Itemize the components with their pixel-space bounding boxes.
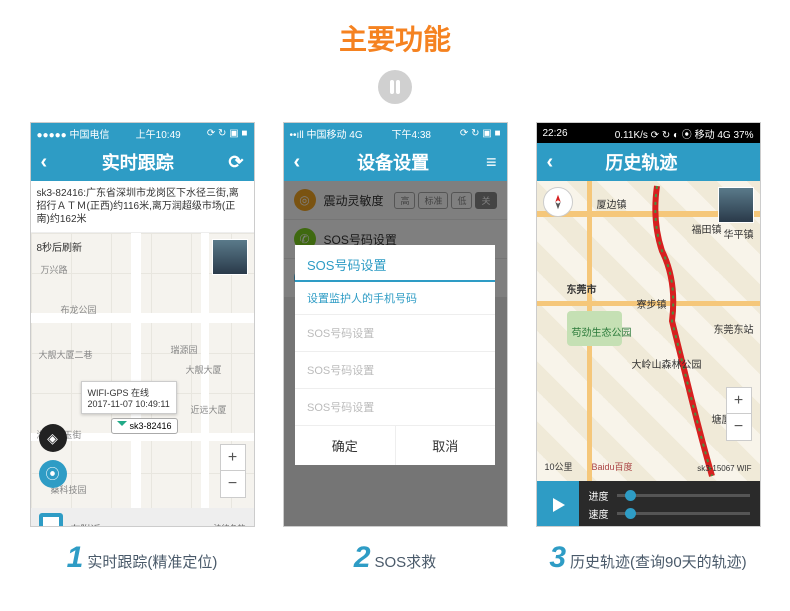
track-map[interactable]: 东莞市 厦边镇 福田镇 华平镇 寮步镇 东莞东站 大岭山森林公园 塘厦镇 苟劲生… xyxy=(537,181,760,481)
map-label: 大靓大厦二巷 xyxy=(39,348,93,361)
modal-overlay: SOS号码设置 设置监护人的手机号码 SOS号码设置 SOS号码设置 SOS号码… xyxy=(284,181,507,527)
status-bar: ••ıll 中国移动 4G 下午4:38 ⟳ ↻ ▣ ■ xyxy=(284,123,507,143)
device-label: sk3-15067 WIF xyxy=(697,464,751,473)
settings-body: ◎ 震动灵敏度 高 标准 低 关 ✆ SOS号码设置 ☎ 中心号码设置 SOS号… xyxy=(284,181,507,527)
map-label: 近远大厦 xyxy=(191,403,227,416)
scale-label: 10公里 xyxy=(545,460,573,473)
caption-text: SOS求救 xyxy=(375,551,437,572)
speed-slider[interactable] xyxy=(617,512,750,515)
city-label: 福田镇 xyxy=(692,221,722,236)
park-label: 苟劲生态公园 xyxy=(572,324,632,339)
caption-number: 3 xyxy=(549,541,566,575)
city-label: 东莞东站 xyxy=(714,321,754,336)
sos-input-1[interactable]: SOS号码设置 xyxy=(295,315,495,352)
caption-3: 3 历史轨迹(查询90天的轨迹) xyxy=(536,541,761,575)
satellite-thumbnail[interactable] xyxy=(718,187,754,223)
status-time: 22:26 xyxy=(543,128,568,139)
sos-dialog: SOS号码设置 设置监护人的手机号码 SOS号码设置 SOS号码设置 SOS号码… xyxy=(295,245,495,465)
compass-button[interactable]: ◈ xyxy=(39,424,67,452)
map-label: 瑞源园 xyxy=(171,343,198,356)
carrier-text: ••ıll 中国移动 4G xyxy=(290,126,363,141)
city-label: 大岭山森林公园 xyxy=(632,356,702,371)
map-label: 万兴路 xyxy=(41,263,68,276)
status-icons: ⟳ ↻ ▣ ■ xyxy=(207,128,248,139)
zoom-control: + − xyxy=(220,444,246,498)
refresh-icon[interactable]: ⟳ xyxy=(228,152,243,173)
status-right: 0.11K/s ⟳ ↻ ◐ ⦿ 移动 4G 37% xyxy=(615,126,754,141)
phone-1: ●●●●● 中国电信 上午10:49 ⟳ ↻ ▣ ■ ‹ 实时跟踪 ⟳ sk3-… xyxy=(30,122,255,575)
back-icon[interactable]: ‹ xyxy=(294,151,301,174)
city-label: 华平镇 xyxy=(724,226,754,241)
address-bar: sk3-82416:广东省深圳市龙岗区下水径三街,离招行ＡＴＭ(正西)约116米… xyxy=(31,181,254,233)
app-title: 设备设置 xyxy=(357,149,429,175)
locate-button[interactable]: ⦿ xyxy=(39,460,67,488)
play-button[interactable] xyxy=(537,481,579,527)
status-icons: ⟳ ↻ ▣ ■ xyxy=(460,128,501,139)
app-bar: ‹ 设备设置 ≡ xyxy=(284,143,507,181)
progress-label: 进度 xyxy=(589,488,609,503)
caption-number: 2 xyxy=(354,541,371,575)
zoom-control: + − xyxy=(726,387,752,441)
sos-input-2[interactable]: SOS号码设置 xyxy=(295,352,495,389)
caption-2: 2 SOS求救 xyxy=(283,541,508,575)
dialog-subtitle: 设置监护人的手机号码 xyxy=(295,282,495,315)
caption-text: 实时跟踪(精准定位) xyxy=(87,551,217,572)
city-label: 寮步镇 xyxy=(637,296,667,311)
caption-number: 1 xyxy=(67,541,84,575)
device-pin[interactable]: sk3-82416 xyxy=(111,418,178,434)
back-icon[interactable]: ‹ xyxy=(547,151,554,174)
app-title: 历史轨迹 xyxy=(605,149,677,175)
refresh-text: 8秒后刷新 xyxy=(37,239,83,254)
back-icon[interactable]: ‹ xyxy=(41,151,48,174)
menu-icon[interactable]: ≡ xyxy=(486,152,497,173)
pin-icon xyxy=(117,421,127,431)
map-label: 布龙公园 xyxy=(61,303,97,316)
page-title: 主要功能 xyxy=(0,0,790,58)
satellite-thumbnail[interactable] xyxy=(212,239,248,275)
speed-label: 速度 xyxy=(589,506,609,521)
zoom-out-button[interactable]: − xyxy=(727,414,751,440)
app-bar: ‹ 历史轨迹 xyxy=(537,143,760,181)
location-text: 在附近 xyxy=(71,521,101,528)
carrier-text: ●●●●● 中国电信 xyxy=(37,126,110,141)
caption-1: 1 实时跟踪(精准定位) xyxy=(30,541,255,575)
phones-row: ●●●●● 中国电信 上午10:49 ⟳ ↻ ▣ ■ ‹ 实时跟踪 ⟳ sk3-… xyxy=(0,122,790,575)
ok-button[interactable]: 确定 xyxy=(295,426,396,465)
playback-bar: 进度 速度 xyxy=(537,481,760,527)
cancel-button[interactable]: 取消 xyxy=(396,426,496,465)
device-icon[interactable] xyxy=(39,513,63,527)
map-label: 大靓大厦 xyxy=(186,363,222,376)
city-label: 东莞市 xyxy=(567,281,597,296)
sos-input-3[interactable]: SOS号码设置 xyxy=(295,389,495,426)
caption-text: 历史轨迹(查询90天的轨迹) xyxy=(570,551,747,572)
device-tooltip: WIFI-GPS 在线 2017-11-07 10:49:11 xyxy=(81,381,177,414)
zoom-in-button[interactable]: + xyxy=(221,445,245,471)
bottom-bar: 在附近 法律条款 xyxy=(31,508,254,527)
status-bar: 22:26 0.11K/s ⟳ ↻ ◐ ⦿ 移动 4G 37% xyxy=(537,123,760,143)
app-bar: ‹ 实时跟踪 ⟳ xyxy=(31,143,254,181)
city-label: 厦边镇 xyxy=(597,196,627,211)
divider-icon xyxy=(378,70,412,104)
phone-2: ••ıll 中国移动 4G 下午4:38 ⟳ ↻ ▣ ■ ‹ 设备设置 ≡ ◎ … xyxy=(283,122,508,575)
zoom-out-button[interactable]: − xyxy=(221,471,245,497)
status-time: 下午4:38 xyxy=(392,126,431,141)
copyright: 法律条款 xyxy=(214,523,246,528)
zoom-in-button[interactable]: + xyxy=(727,388,751,414)
map[interactable]: 万兴路 布龙公园 大靓大厦二巷 湖北宝玉街 桑科技园 近远大厦 大靓大厦 瑞源园… xyxy=(31,233,254,527)
app-title: 实时跟踪 xyxy=(102,149,174,175)
phone-3: 22:26 0.11K/s ⟳ ↻ ◐ ⦿ 移动 4G 37% ‹ 历史轨迹 东… xyxy=(536,122,761,575)
dialog-title: SOS号码设置 xyxy=(295,245,495,282)
compass-icon[interactable] xyxy=(543,187,573,217)
baidu-logo: Baidu百度 xyxy=(592,460,633,473)
status-bar: ●●●●● 中国电信 上午10:49 ⟳ ↻ ▣ ■ xyxy=(31,123,254,143)
progress-slider[interactable] xyxy=(617,494,750,497)
status-time: 上午10:49 xyxy=(136,126,181,141)
